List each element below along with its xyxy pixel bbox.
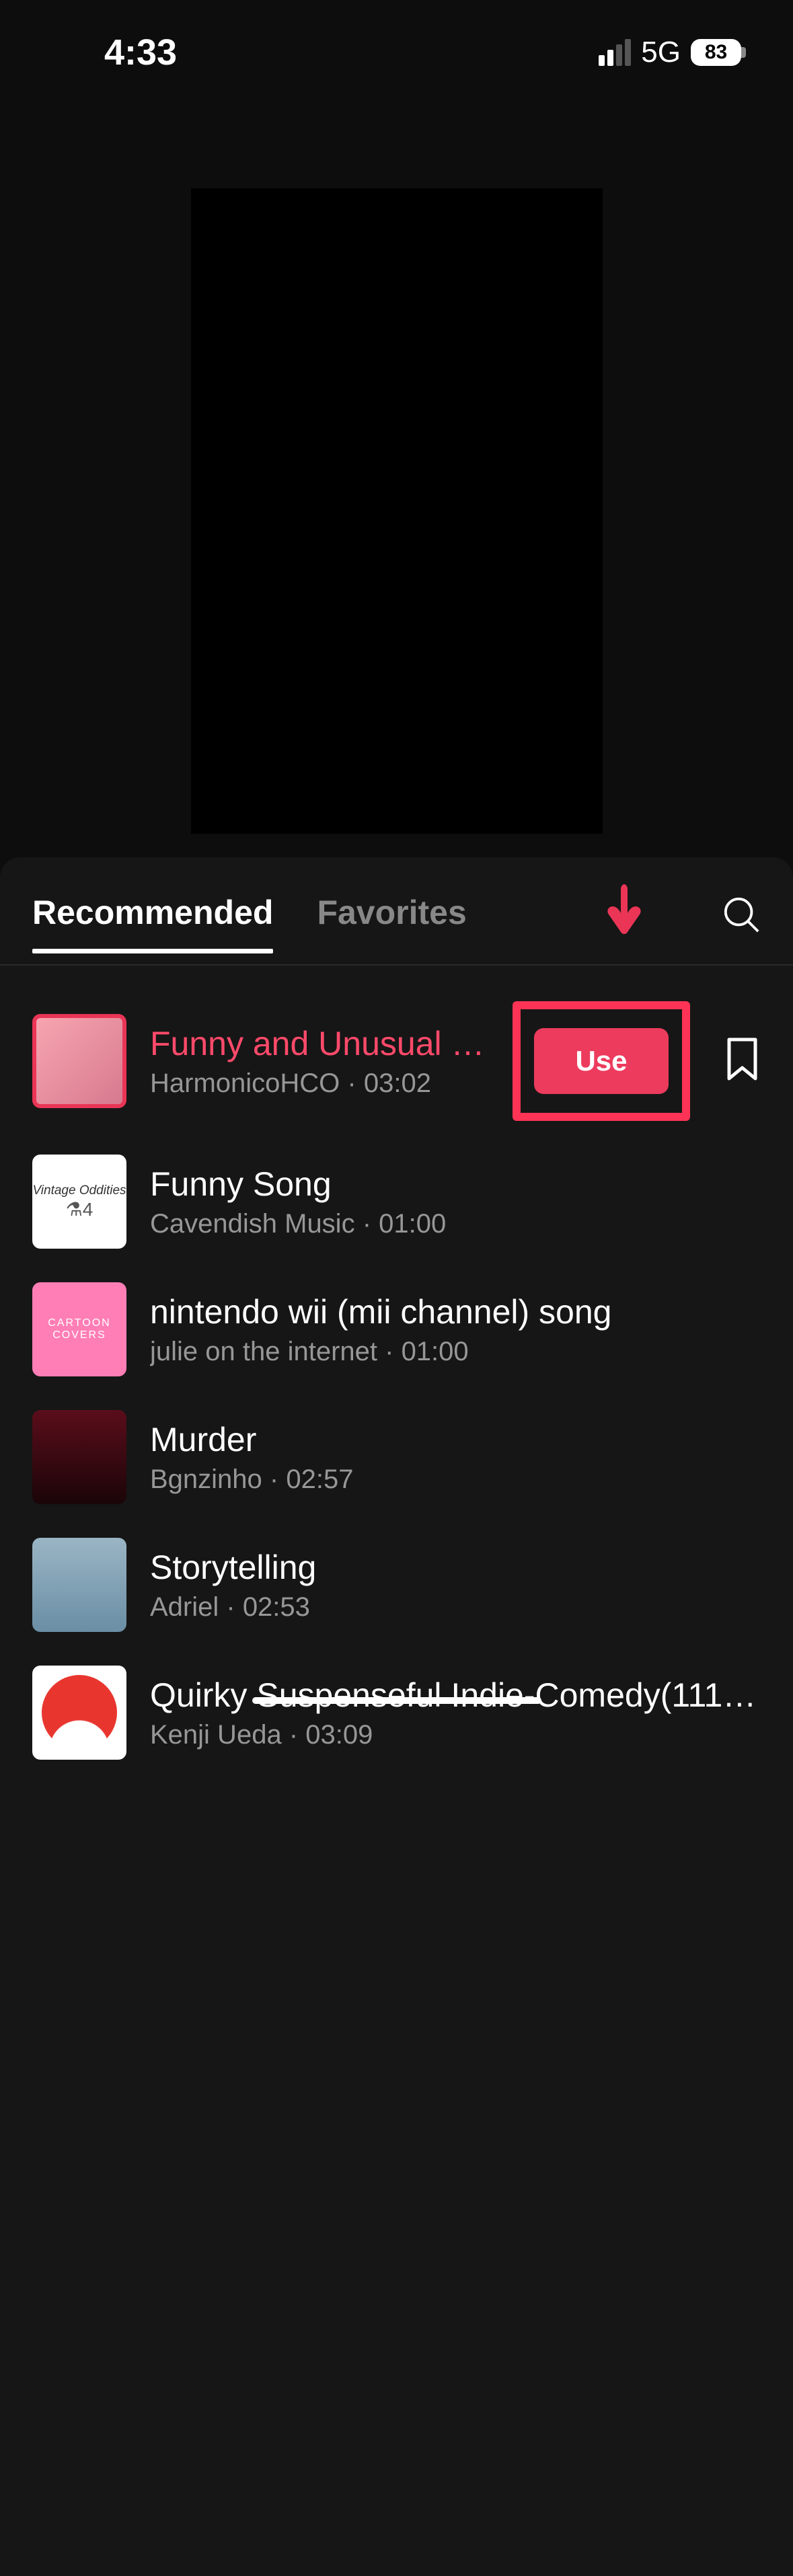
sound-row[interactable]: Vintage Oddities⚗4 Funny Song Cavendish … [32, 1138, 761, 1265]
sound-title: Quirky Suspenseful Indie-Comedy(111… [150, 1676, 761, 1715]
status-indicators: 5G 83 [599, 36, 746, 69]
sound-row[interactable]: Murder Bgnzinho · 02:57 [32, 1393, 761, 1521]
sound-thumbnail[interactable] [32, 1666, 126, 1760]
sound-title: nintendo wii (mii channel) song [150, 1292, 761, 1331]
sound-row[interactable]: Funny and Unusual S… HarmonicoHCO · 03:0… [32, 984, 761, 1138]
sound-row[interactable]: Quirky Suspenseful Indie-Comedy(111… Ken… [32, 1649, 761, 1777]
sound-row[interactable]: CARTOONCOVERS nintendo wii (mii channel)… [32, 1265, 761, 1393]
video-preview[interactable] [191, 188, 603, 834]
sound-thumbnail[interactable] [32, 1410, 126, 1504]
sound-meta: HarmonicoHCO · 03:02 [150, 1068, 489, 1099]
sound-title: Storytelling [150, 1548, 761, 1587]
sound-thumbnail[interactable]: Vintage Oddities⚗4 [32, 1155, 126, 1249]
status-time: 4:33 [104, 32, 177, 73]
sound-thumbnail[interactable] [32, 1014, 126, 1108]
signal-icon [599, 39, 631, 66]
sound-meta: Kenji Ueda · 03:09 [150, 1720, 761, 1750]
tabs-row: Recommended Favorites [0, 857, 793, 966]
sound-title: Funny Song [150, 1165, 761, 1204]
battery-icon: 83 [691, 39, 746, 66]
battery-level: 83 [691, 39, 741, 66]
sound-meta: Bgnzinho · 02:57 [150, 1465, 761, 1495]
tab-favorites[interactable]: Favorites [317, 893, 466, 952]
sound-meta: Cavendish Music · 01:00 [150, 1209, 761, 1239]
sound-meta: Adriel · 02:53 [150, 1592, 761, 1623]
highlight-annotation: Use [513, 1001, 690, 1121]
status-bar: 4:33 5G 83 [0, 0, 793, 81]
home-indicator[interactable] [252, 1697, 541, 1704]
tab-recommended[interactable]: Recommended [32, 893, 273, 952]
sound-row[interactable]: Storytelling Adriel · 02:53 [32, 1521, 761, 1649]
search-icon[interactable] [722, 895, 761, 937]
bookmark-icon[interactable] [724, 1037, 761, 1086]
sound-thumbnail[interactable]: CARTOONCOVERS [32, 1282, 126, 1376]
network-label: 5G [641, 36, 681, 69]
sound-title: Funny and Unusual S… [150, 1024, 489, 1063]
sounds-panel: Recommended Favorites Funny and Unusual … [0, 857, 793, 2576]
arrow-annotation-icon [601, 881, 648, 951]
sound-list[interactable]: Funny and Unusual S… HarmonicoHCO · 03:0… [0, 966, 793, 1777]
sound-title: Murder [150, 1420, 761, 1459]
use-button[interactable]: Use [534, 1028, 669, 1094]
sound-thumbnail[interactable] [32, 1538, 126, 1632]
sound-meta: julie on the internet · 01:00 [150, 1337, 761, 1367]
